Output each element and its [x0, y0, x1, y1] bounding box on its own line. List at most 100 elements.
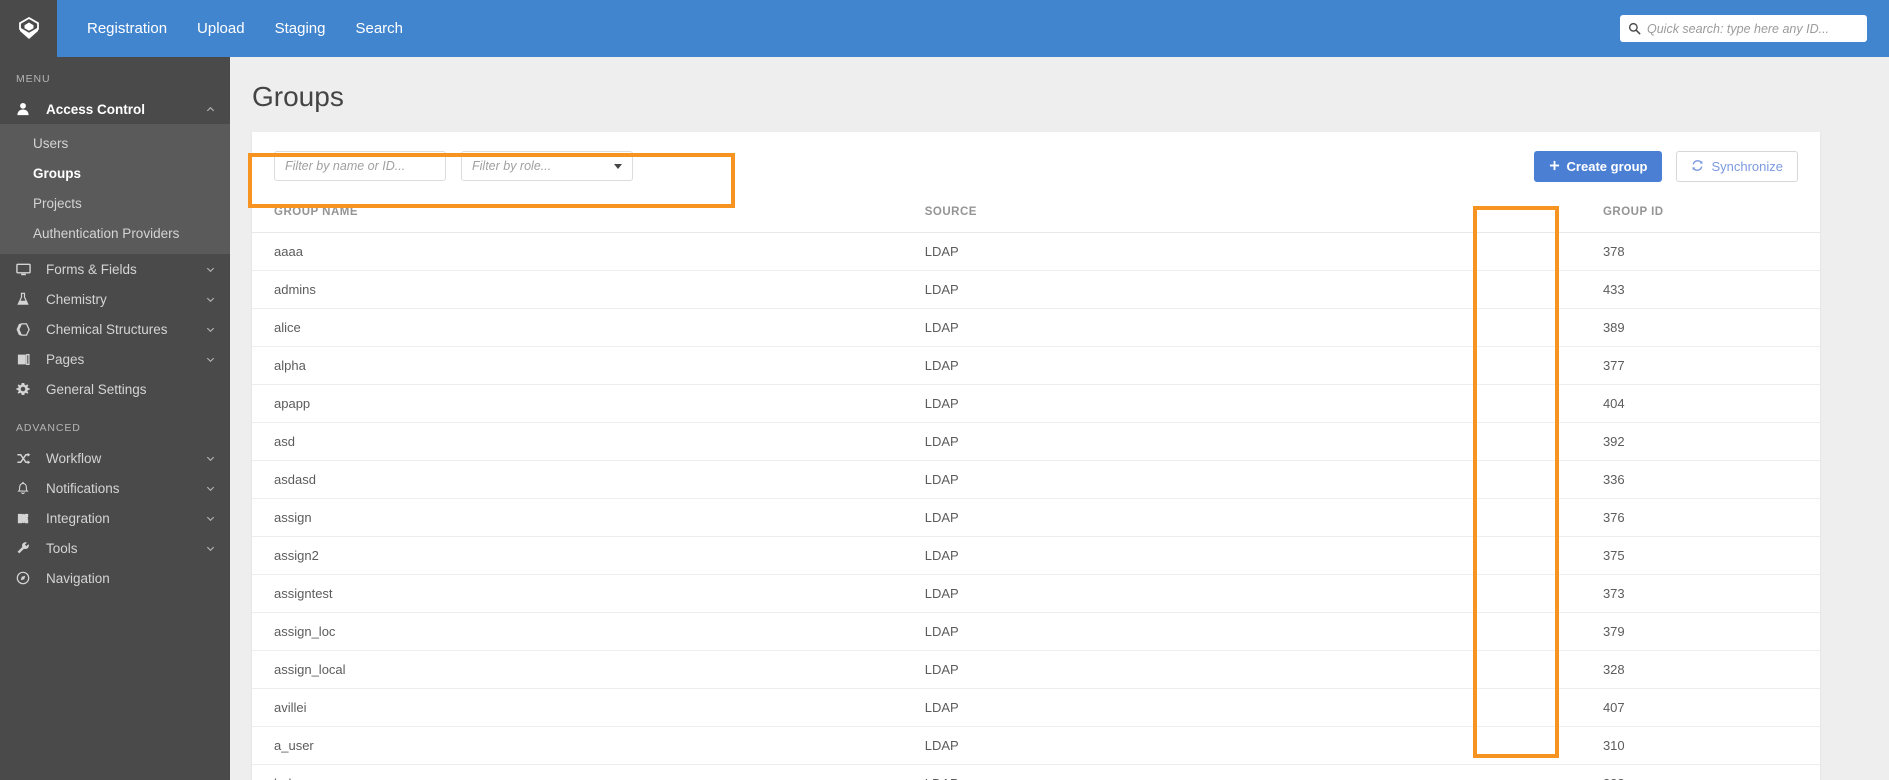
sidebar-item-label: Chemical Structures: [46, 322, 205, 337]
groups-toolbar: Filter by role... Create group: [252, 132, 1820, 200]
cell-group-name: a_user: [252, 727, 925, 765]
cell-source: LDAP: [925, 575, 1603, 613]
sidebar-item-authentication-providers[interactable]: Authentication Providers: [0, 218, 230, 248]
cell-group-name: assigntest: [252, 575, 925, 613]
groups-table-body: aaaaLDAP378adminsLDAP433aliceLDAP389alph…: [252, 233, 1820, 780]
cell-group-name: apapp: [252, 385, 925, 423]
bell-icon: [16, 481, 36, 495]
sidebar-subitem-label: Groups: [33, 166, 81, 181]
flask-icon: [16, 292, 36, 306]
cell-group-name: assign_local: [252, 651, 925, 689]
cell-source: LDAP: [925, 385, 1603, 423]
cell-group-id: 378: [1603, 233, 1820, 271]
top-nav-items: Registration Upload Staging Search: [72, 0, 418, 57]
refresh-icon: [1691, 159, 1704, 175]
quick-search-input[interactable]: [1647, 22, 1859, 36]
cell-group-name: assign2: [252, 537, 925, 575]
cell-group-id: 377: [1603, 347, 1820, 385]
column-header-group-id[interactable]: GROUP ID: [1603, 200, 1820, 233]
table-row[interactable]: apappLDAP404: [252, 385, 1820, 423]
sidebar-item-label: Chemistry: [46, 292, 205, 307]
groups-table-head: GROUP NAME SOURCE GROUP ID: [252, 200, 1820, 233]
sidebar-item-pages[interactable]: Pages: [0, 344, 230, 374]
chevron-down-icon: [205, 483, 216, 494]
filter-by-name-input[interactable]: [274, 151, 446, 181]
sidebar-item-label: Pages: [46, 352, 205, 367]
cell-group-name: asd: [252, 423, 925, 461]
column-header-group-name[interactable]: GROUP NAME: [252, 200, 925, 233]
cell-source: LDAP: [925, 765, 1603, 780]
cell-group-id: 375: [1603, 537, 1820, 575]
sidebar-subitem-label: Projects: [33, 196, 82, 211]
cell-source: LDAP: [925, 309, 1603, 347]
filter-by-role-select[interactable]: Filter by role...: [461, 151, 633, 181]
create-group-button[interactable]: Create group: [1534, 151, 1663, 182]
groups-table: GROUP NAME SOURCE GROUP ID aaaaLDAP378ad…: [252, 200, 1820, 780]
cell-group-name: asdasd: [252, 461, 925, 499]
topnav-item-staging[interactable]: Staging: [260, 0, 341, 57]
table-row[interactable]: assigntestLDAP373: [252, 575, 1820, 613]
cell-group-id: 389: [1603, 309, 1820, 347]
table-row[interactable]: aaaaLDAP378: [252, 233, 1820, 271]
cell-source: LDAP: [925, 423, 1603, 461]
cell-group-name: alice: [252, 309, 925, 347]
chevron-up-icon: [205, 104, 216, 115]
sidebar-item-label: General Settings: [46, 382, 216, 397]
topnav-item-upload[interactable]: Upload: [182, 0, 260, 57]
quick-search-container[interactable]: [1620, 15, 1867, 42]
table-row[interactable]: assign2LDAP375: [252, 537, 1820, 575]
table-row[interactable]: avilleiLDAP407: [252, 689, 1820, 727]
sidebar-item-general-settings[interactable]: General Settings: [0, 374, 230, 404]
sidebar-item-forms-and-fields[interactable]: Forms & Fields: [0, 254, 230, 284]
gear-icon: [16, 382, 36, 396]
sidebar-item-navigation[interactable]: Navigation: [0, 563, 230, 593]
sidebar-item-access-control[interactable]: Access Control: [0, 94, 230, 124]
sidebar-item-projects[interactable]: Projects: [0, 188, 230, 218]
app-logo[interactable]: [0, 0, 57, 57]
cell-group-id: 379: [1603, 613, 1820, 651]
table-row[interactable]: alphaLDAP377: [252, 347, 1820, 385]
puzzle-icon: [16, 511, 36, 526]
table-row[interactable]: assign_locLDAP379: [252, 613, 1820, 651]
shuffle-icon: [16, 451, 36, 466]
sidebar-item-label: Access Control: [46, 102, 205, 117]
sidebar-item-integration[interactable]: Integration: [0, 503, 230, 533]
table-row[interactable]: assignLDAP376: [252, 499, 1820, 537]
sidebar-item-groups[interactable]: Groups: [0, 158, 230, 188]
top-navigation-bar: Registration Upload Staging Search: [0, 0, 1889, 57]
sidebar-item-workflow[interactable]: Workflow: [0, 443, 230, 473]
topnav-item-registration[interactable]: Registration: [72, 0, 182, 57]
sidebar-item-label: Notifications: [46, 481, 205, 496]
sidebar-item-notifications[interactable]: Notifications: [0, 473, 230, 503]
table-row[interactable]: assign_localLDAP328: [252, 651, 1820, 689]
chevron-down-icon: [205, 453, 216, 464]
sidebar-item-label: Workflow: [46, 451, 205, 466]
cell-group-id: 376: [1603, 499, 1820, 537]
table-header-row: GROUP NAME SOURCE GROUP ID: [252, 200, 1820, 233]
sidebar-item-chemical-structures[interactable]: Chemical Structures: [0, 314, 230, 344]
cell-source: LDAP: [925, 727, 1603, 765]
table-row[interactable]: bobLDAP388: [252, 765, 1820, 780]
sidebar-item-label: Tools: [46, 541, 205, 556]
table-row[interactable]: adminsLDAP433: [252, 271, 1820, 309]
table-row[interactable]: asdasdLDAP336: [252, 461, 1820, 499]
column-header-source[interactable]: SOURCE: [925, 200, 1603, 233]
table-row[interactable]: aliceLDAP389: [252, 309, 1820, 347]
cell-group-id: 373: [1603, 575, 1820, 613]
sidebar-section-menu-label: MENU: [0, 57, 230, 94]
create-group-label: Create group: [1567, 159, 1648, 174]
sidebar-item-chemistry[interactable]: Chemistry: [0, 284, 230, 314]
chevron-down-icon: [205, 264, 216, 275]
sidebar-item-label: Integration: [46, 511, 205, 526]
synchronize-button[interactable]: Synchronize: [1676, 151, 1798, 182]
cell-source: LDAP: [925, 537, 1603, 575]
sidebar-item-label: Navigation: [46, 571, 216, 586]
table-row[interactable]: asdLDAP392: [252, 423, 1820, 461]
sidebar-item-tools[interactable]: Tools: [0, 533, 230, 563]
table-row[interactable]: a_userLDAP310: [252, 727, 1820, 765]
topnav-item-search[interactable]: Search: [340, 0, 418, 57]
user-icon: [16, 102, 36, 116]
cell-group-name: admins: [252, 271, 925, 309]
filter-by-role-placeholder: Filter by role...: [472, 159, 551, 173]
sidebar-item-users[interactable]: Users: [0, 128, 230, 158]
